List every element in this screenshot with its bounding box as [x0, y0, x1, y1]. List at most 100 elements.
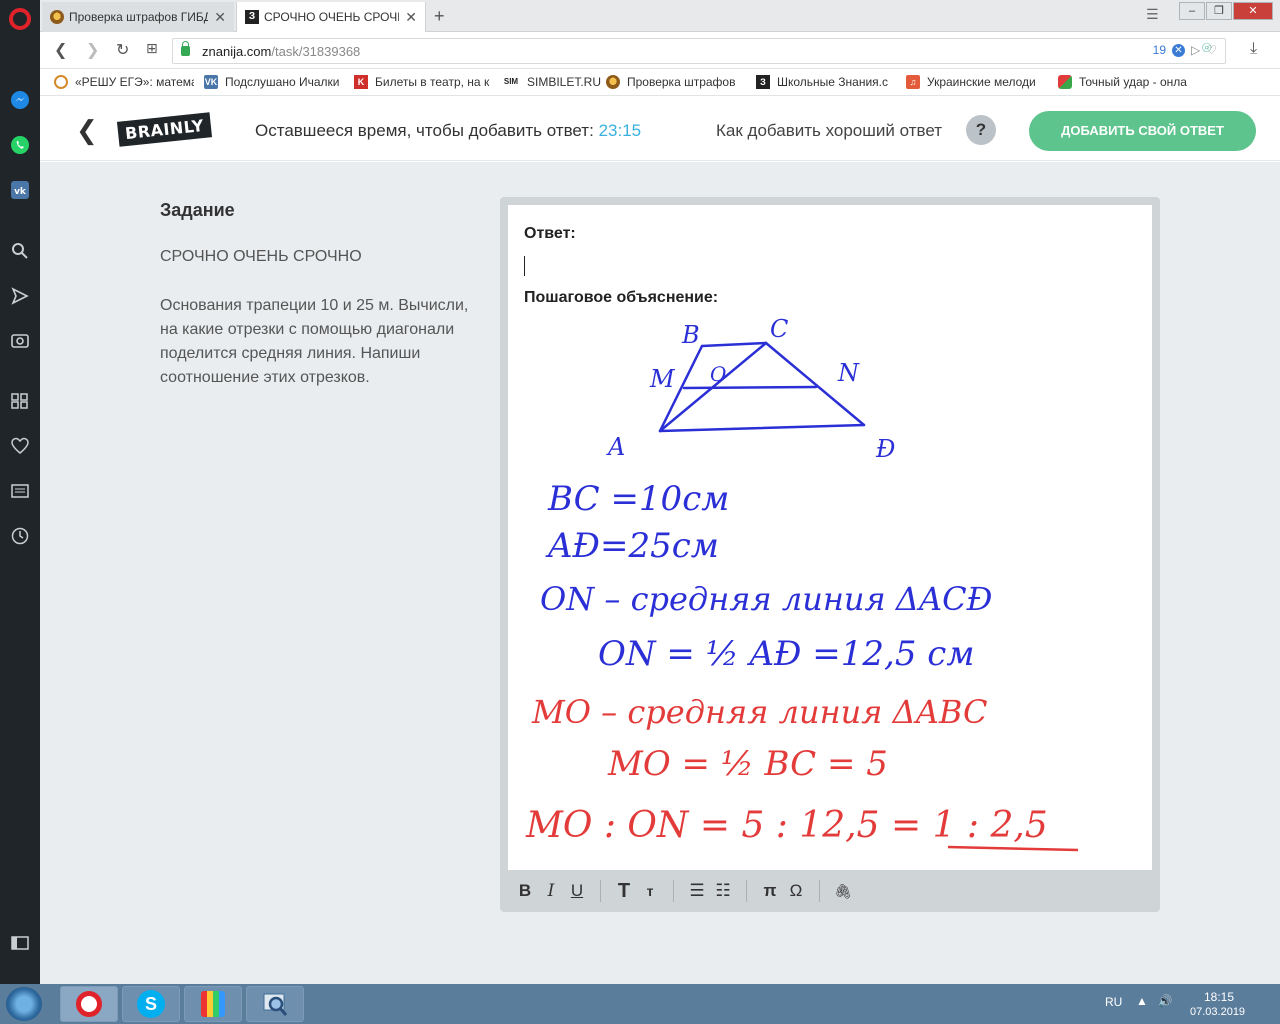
toolbar-divider — [673, 880, 674, 902]
sun-icon — [54, 75, 68, 89]
messenger-icon[interactable] — [8, 88, 32, 112]
window-close-icon[interactable]: ✕ — [1233, 2, 1273, 20]
reload-icon[interactable]: ↻ — [116, 40, 129, 60]
tab-menu-icon[interactable]: ☰ — [1146, 6, 1159, 23]
svg-text:vk: vk — [14, 187, 27, 197]
tabs-grid-icon[interactable]: ⊞ — [146, 40, 158, 57]
url-field[interactable]: znanija.com/task/31839368 19 ✕ ▷ ♡ — [172, 38, 1226, 64]
back-arrow-icon[interactable]: ❮ — [76, 115, 98, 146]
bold-button[interactable]: B — [512, 881, 538, 901]
toolbar-divider — [819, 880, 820, 902]
opera-logo-icon[interactable] — [9, 8, 31, 30]
answer-label: Ответ: — [524, 225, 576, 242]
bookmark-reshu-ege[interactable]: «РЕШУ ЕГЭ»: матема — [54, 75, 194, 89]
solution-line-7: MO : ON = 5 : 12,5 = 1 : 2,5 — [525, 805, 1048, 846]
solution-line-4: ON = ½ AÐ =12,5 см — [598, 634, 975, 674]
ordered-list-icon[interactable]: ☰ — [684, 881, 710, 901]
bookmark-podslushano[interactable]: VK Подслушано Ичалки — [204, 75, 344, 89]
bookmark-ukrainskie[interactable]: ♫ Украинские мелоди — [906, 75, 1046, 89]
url-path: /task/31839368 — [271, 43, 361, 59]
music-icon: ♫ — [906, 75, 920, 89]
camera-icon[interactable] — [8, 328, 32, 352]
new-tab-plus-icon[interactable]: + — [434, 6, 445, 27]
windows-taskbar: S RU ▲ 🔊 18:15 07.03.2019 — [0, 984, 1280, 1024]
bookmark-bilety[interactable]: K Билеты в театр, на к — [354, 75, 494, 89]
vpn-icon[interactable]: ⌾ — [1202, 40, 1212, 58]
taskbar-opera-icon[interactable] — [60, 986, 118, 1022]
taskbar-search-tool-icon[interactable] — [246, 986, 304, 1022]
attach-icon[interactable]: 🖇 — [830, 883, 856, 900]
text-caret — [524, 256, 525, 276]
back-icon[interactable]: ❮ — [54, 40, 67, 60]
history-icon[interactable] — [8, 524, 32, 548]
bookmark-label: Точный удар - онла — [1079, 75, 1187, 89]
answer-editor: Ответ: Пошаговое объяснение: B C M O N A… — [500, 197, 1160, 912]
solution-line-2: AÐ=25см — [545, 526, 719, 566]
task-body: Основания трапеции 10 и 25 м. Вычисли, н… — [160, 297, 469, 386]
underline-button[interactable]: U — [564, 881, 590, 901]
taskbar-paint-icon[interactable] — [184, 986, 242, 1022]
vertex-d-label: Ð — [875, 435, 895, 463]
handwritten-solution-image: B C M O N A Ð BC =10см AÐ=25см ON – сред… — [525, 315, 1079, 852]
pi-symbol-button[interactable]: π — [757, 881, 783, 901]
bookmark-proverka[interactable]: Проверка штрафов — [606, 75, 746, 89]
taskbar-skype-icon[interactable]: S — [122, 986, 180, 1022]
bookmark-simbilet[interactable]: SIM SIMBILET.RU — [502, 75, 602, 89]
clock-time[interactable]: 18:15 — [1204, 990, 1234, 1004]
adblock-icon[interactable]: ✕ — [1172, 43, 1185, 57]
heading-small-button[interactable]: т — [637, 883, 663, 899]
start-button-icon[interactable] — [6, 987, 42, 1021]
address-bar: ❮ ❯ ↻ ⊞ znanija.com/task/31839368 19 ✕ ▷… — [40, 33, 1280, 69]
clock-date[interactable]: 07.03.2019 — [1190, 1006, 1245, 1018]
help-icon[interactable]: ? — [966, 115, 996, 145]
news-icon[interactable] — [8, 479, 32, 503]
tab-gibdd[interactable]: Проверка штрафов ГИБД ✕ — [42, 2, 234, 32]
minimize-icon[interactable]: – — [1179, 2, 1205, 20]
sidebar-toggle-icon[interactable] — [8, 931, 32, 955]
send-icon[interactable] — [8, 284, 32, 308]
maximize-icon[interactable]: ❐ — [1206, 2, 1232, 20]
search-icon[interactable] — [8, 239, 32, 263]
omega-symbol-button[interactable]: Ω — [783, 881, 809, 901]
brainly-logo[interactable]: BRAINLY — [116, 112, 213, 147]
bookmark-label: SIMBILET.RU — [527, 75, 602, 89]
task-title: СРОЧНО ОЧЕНЬ СРОЧНО — [160, 248, 362, 265]
task-heading: Задание — [160, 200, 235, 220]
bookmarks-bar: «РЕШУ ЕГЭ»: матема VK Подслушано Ичалки … — [40, 70, 1280, 96]
whatsapp-icon[interactable] — [8, 133, 32, 157]
share-icon[interactable]: ▷ — [1191, 43, 1200, 57]
bookmark-tochny-udar[interactable]: Точный удар - онла — [1058, 75, 1198, 89]
close-icon[interactable]: ✕ — [405, 9, 417, 26]
language-indicator[interactable]: RU — [1105, 995, 1122, 1009]
vk-icon[interactable]: vk — [8, 178, 32, 202]
heading-big-button[interactable]: T — [611, 880, 637, 903]
solution-line-6: MO = ½ BC = 5 — [607, 744, 888, 784]
vk-icon: VK — [204, 75, 218, 89]
close-icon[interactable]: ✕ — [214, 9, 226, 26]
bookmark-shkolnye-znaniya[interactable]: З Школьные Знания.с — [756, 75, 896, 89]
vertex-o-label: O — [710, 362, 726, 386]
main-content: Задание СРОЧНО ОЧЕНЬ СРОЧНО Основания тр… — [40, 162, 1280, 984]
bookmark-label: Проверка штрафов — [627, 75, 736, 89]
bookmark-label: Украинские мелоди — [927, 75, 1036, 89]
tab-label: СРОЧНО ОЧЕНЬ СРОЧНО — [264, 10, 399, 24]
bullet-list-icon[interactable]: ☷ — [710, 881, 736, 901]
tab-znanija[interactable]: З СРОЧНО ОЧЕНЬ СРОЧНО ✕ — [236, 2, 426, 32]
heart-icon[interactable] — [8, 434, 32, 458]
lock-icon — [181, 41, 190, 56]
italic-button[interactable]: I — [538, 881, 564, 901]
tray-icons[interactable]: ▲ 🔊 — [1136, 994, 1173, 1008]
brainly-header: ❮ BRAINLY Оставшееся время, чтобы добави… — [40, 97, 1280, 161]
timer-text: Оставшееся время, чтобы добавить ответ: … — [255, 121, 641, 141]
vertex-c-label: C — [770, 315, 788, 343]
download-icon[interactable]: ⤓ — [1250, 40, 1257, 58]
solution-line-1: BC =10см — [547, 479, 729, 519]
add-answer-button[interactable]: ДОБАВИТЬ СВОЙ ОТВЕТ — [1029, 111, 1256, 151]
how-to-answer-link[interactable]: Как добавить хороший ответ — [716, 121, 942, 141]
znanija-favicon-icon: З — [245, 10, 259, 24]
editor-text-area[interactable]: Ответ: Пошаговое объяснение: B C M O N A… — [508, 205, 1152, 870]
speed-dial-icon[interactable] — [8, 389, 32, 413]
answer-underline — [947, 845, 1079, 852]
editor-toolbar: B I U T т ☰ ☷ π Ω 🖇 — [500, 870, 1160, 912]
forward-icon[interactable]: ❯ — [86, 40, 99, 60]
